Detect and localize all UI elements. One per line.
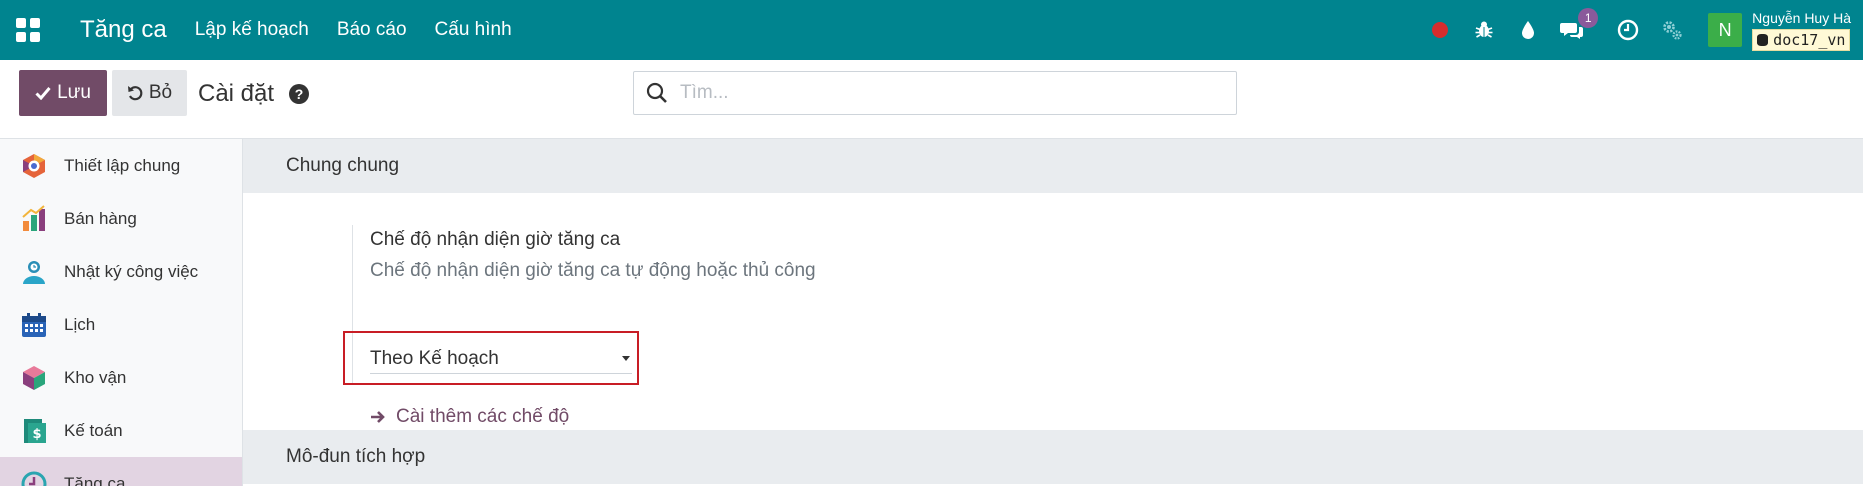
record-icon[interactable] — [1428, 18, 1452, 42]
menu-planning[interactable]: Lập kế hoạch — [195, 19, 309, 41]
select-value: Theo Kế hoạch — [370, 347, 499, 369]
sidebar-item-label: Tăng ca — [64, 473, 126, 486]
save-button[interactable]: Lưu — [19, 70, 107, 116]
drop-icon[interactable] — [1516, 18, 1540, 42]
help-icon[interactable]: ? — [289, 84, 309, 104]
more-link-label: Cài thêm các chế độ — [396, 406, 570, 427]
sidebar-item-calendar[interactable]: Lịch — [0, 298, 242, 351]
setting-label: Chế độ nhận diện giờ tăng ca — [370, 229, 621, 250]
messages-badge: 1 — [1578, 8, 1599, 28]
page-title: Cài đặt — [198, 80, 275, 107]
menu-configuration[interactable]: Cấu hình — [435, 19, 512, 41]
inventory-app-icon — [20, 364, 48, 392]
check-icon — [35, 87, 51, 100]
timesheet-app-icon — [20, 258, 48, 286]
bug-icon[interactable] — [1472, 18, 1496, 42]
sales-app-icon — [20, 204, 48, 233]
app-brand[interactable]: Tăng ca — [80, 16, 167, 44]
chat-icon[interactable]: 1 — [1560, 8, 1599, 42]
menu-reports[interactable]: Báo cáo — [337, 19, 407, 41]
sidebar-item-label: Nhật ký công việc — [64, 261, 199, 281]
user-name: Nguyễn Huy Hà — [1752, 9, 1851, 26]
sidebar-item-label: Thiết lập chung — [64, 155, 181, 175]
overtime-app-icon — [20, 470, 48, 486]
save-label: Lưu — [57, 82, 91, 103]
sidebar-item-inventory[interactable]: Kho vận — [0, 351, 242, 404]
sidebar-item-accounting[interactable]: $ Kế toán — [0, 404, 242, 457]
sidebar-item-overtime[interactable]: Tăng ca — [0, 457, 242, 486]
sidebar-item-sales[interactable]: Bán hàng — [0, 192, 242, 245]
apps-menu-icon[interactable] — [16, 18, 40, 42]
control-panel: Lưu Bỏ Cài đặt ? — [0, 60, 1863, 139]
sidebar-item-general-settings[interactable]: Thiết lập chung — [0, 139, 242, 192]
discard-button[interactable]: Bỏ — [112, 70, 187, 116]
avatar[interactable]: N — [1708, 13, 1743, 47]
svg-text:$: $ — [32, 427, 41, 442]
calendar-app-icon — [20, 311, 48, 339]
search-box[interactable] — [633, 71, 1237, 115]
undo-icon — [127, 86, 143, 101]
highlight-box: Theo Kế hoạch — [343, 331, 639, 385]
sidebar-item-label: Kho vận — [64, 367, 127, 387]
section-title-general: Chung chung — [243, 139, 1863, 193]
install-more-modes-link[interactable]: Cài thêm các chế độ — [370, 406, 569, 428]
search-input[interactable] — [680, 82, 1200, 104]
arrow-right-icon — [371, 411, 385, 423]
systray: 1 N Nguyễn Huy Hà doc17_vn — [1418, 0, 1851, 60]
clock-icon[interactable] — [1616, 18, 1640, 42]
database-name: doc17_vn — [1773, 30, 1846, 49]
setting-overtime-recognition-mode: Chế độ nhận diện giờ tăng ca Chế độ nhận… — [343, 225, 816, 427]
sidebar-item-label: Lịch — [64, 314, 96, 334]
sidebar-item-label: Bán hàng — [64, 208, 137, 228]
sidebar-item-timesheets[interactable]: Nhật ký công việc — [0, 245, 242, 298]
database-badge: doc17_vn — [1752, 28, 1851, 51]
sidebar-item-label: Kế toán — [64, 420, 123, 440]
settings-content: Chung chung Chế độ nhận diện giờ tăng ca… — [243, 139, 1863, 486]
recognition-mode-select[interactable]: Theo Kế hoạch — [370, 344, 632, 374]
settings-sidebar: Thiết lập chung Bán hàng Nhật ký công vi… — [0, 139, 243, 486]
discard-label: Bỏ — [148, 82, 173, 103]
settings-app-icon — [20, 152, 48, 180]
setting-description: Chế độ nhận diện giờ tăng ca tự động hoặ… — [370, 260, 816, 281]
search-icon — [646, 82, 667, 103]
database-icon — [1757, 33, 1769, 46]
accounting-app-icon: $ — [20, 417, 48, 445]
gears-icon[interactable] — [1660, 18, 1684, 42]
section-title-integrations: Mô-đun tích hợp — [243, 430, 1863, 484]
user-menu[interactable]: Nguyễn Huy Hà doc17_vn — [1752, 10, 1851, 51]
caret-down-icon — [622, 356, 630, 361]
top-navbar: Tăng ca Lập kế hoạch Báo cáo Cấu hình 1 … — [0, 0, 1863, 60]
